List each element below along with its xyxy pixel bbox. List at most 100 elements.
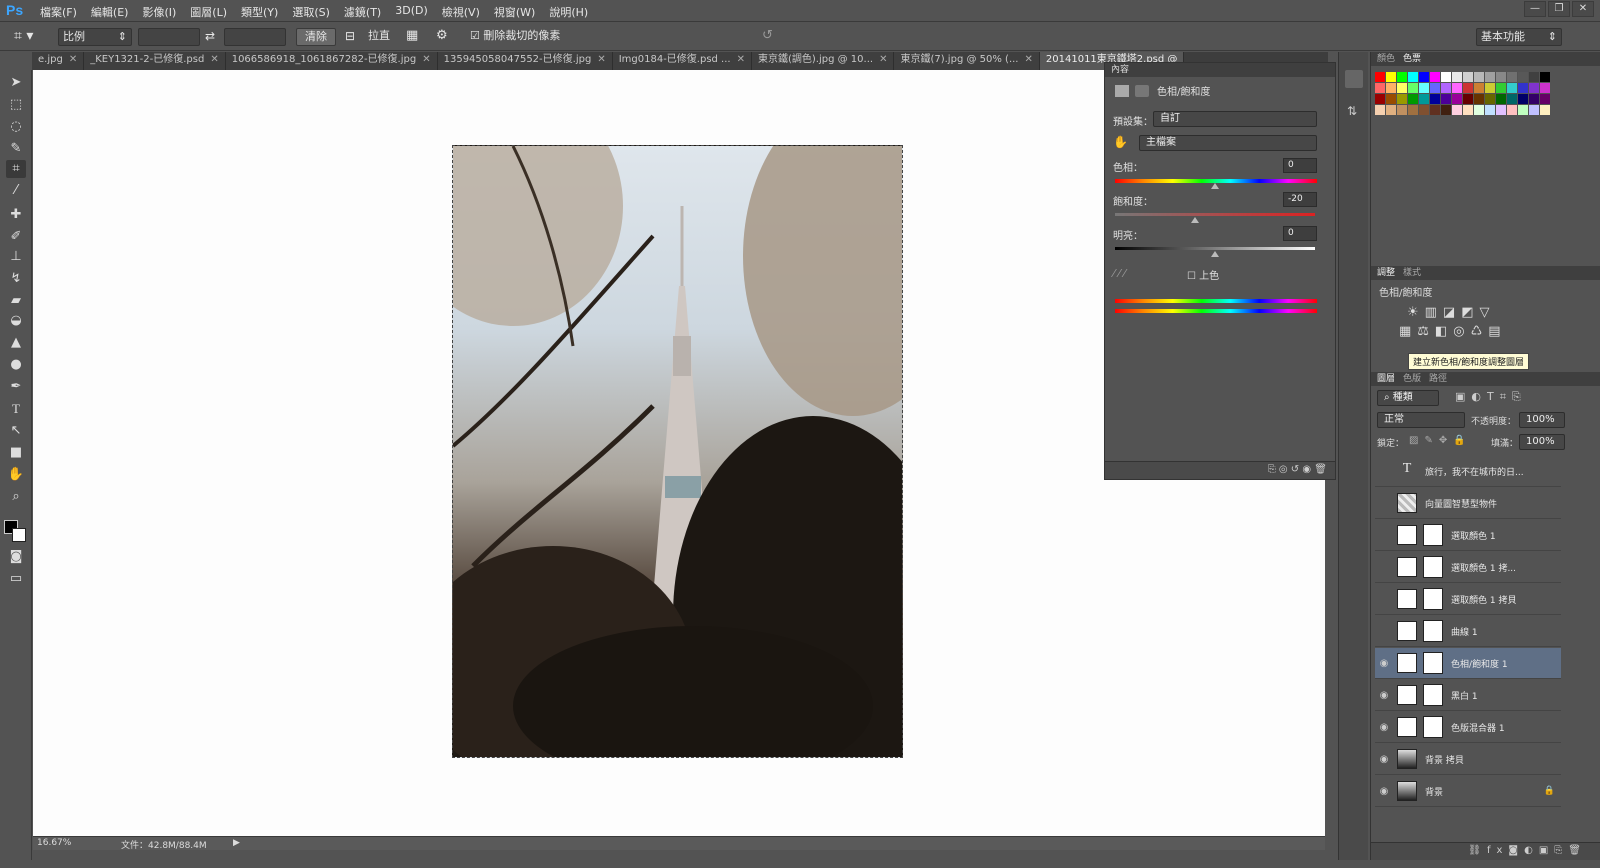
trash-icon[interactable]: 🗑 (1314, 464, 1327, 475)
swatch[interactable] (1463, 83, 1473, 93)
crop-tool-preset-icon[interactable]: ⌗ ▾ (14, 28, 48, 46)
workspace-select[interactable]: 基本功能 ⇕ (1476, 28, 1562, 46)
type-tool-icon[interactable]: T (6, 400, 26, 418)
swatch[interactable] (1386, 72, 1396, 82)
close-icon[interactable]: ✕ (1025, 54, 1033, 65)
swatch[interactable] (1408, 105, 1418, 115)
swatch[interactable] (1529, 94, 1539, 104)
swatch[interactable] (1397, 105, 1407, 115)
swatch[interactable] (1375, 83, 1385, 93)
swatch[interactable] (1529, 83, 1539, 93)
colorize-checkbox[interactable]: ☐ 上色 (1187, 267, 1219, 282)
swatch[interactable] (1540, 83, 1550, 93)
tab-styles[interactable]: 樣式 (1403, 266, 1421, 280)
close-button[interactable]: ✕ (1572, 1, 1594, 17)
lock-icons[interactable]: ▨✎✥🔒 (1409, 435, 1472, 446)
swatch[interactable] (1474, 94, 1484, 104)
close-icon[interactable]: ✕ (210, 54, 218, 65)
swatch[interactable] (1507, 94, 1517, 104)
swatch[interactable] (1430, 83, 1440, 93)
swatch[interactable] (1529, 105, 1539, 115)
dodge-tool-icon[interactable]: ● (6, 356, 26, 374)
width-field[interactable] (138, 28, 200, 46)
status-menu-arrow-icon[interactable]: ▶ (233, 838, 240, 848)
visibility-eye-icon[interactable]: ◉ (1375, 658, 1393, 669)
layer-row[interactable]: ◉ 色版混合器 1 (1375, 712, 1561, 743)
swatch[interactable] (1419, 83, 1429, 93)
lasso-tool-icon[interactable]: ◌ (6, 118, 26, 136)
swatch[interactable] (1485, 72, 1495, 82)
swatch[interactable] (1419, 94, 1429, 104)
swatch[interactable] (1540, 72, 1550, 82)
ratio-select[interactable]: 比例 ⇕ (58, 28, 132, 46)
swatch[interactable] (1419, 105, 1429, 115)
swatch[interactable] (1474, 83, 1484, 93)
swatch[interactable] (1518, 105, 1528, 115)
swatch[interactable] (1529, 72, 1539, 82)
lightness-slider-track[interactable] (1115, 247, 1315, 250)
layer-row[interactable]: ◉ 背景 🔒 (1375, 776, 1561, 807)
opacity-field[interactable]: 100% (1519, 412, 1565, 428)
swatch[interactable] (1375, 94, 1385, 104)
visibility-eye-icon[interactable]: ◉ (1375, 786, 1393, 797)
swatch[interactable] (1518, 83, 1528, 93)
visibility-eye-icon[interactable]: ◉ (1302, 464, 1311, 475)
brush-tool-icon[interactable]: ✐ (6, 228, 26, 246)
paint-bucket-tool-icon[interactable]: ◒ (6, 312, 26, 330)
tab-channels[interactable]: 色版 (1403, 372, 1421, 386)
adjustment-icons-row2[interactable]: ▦⚖◧◎♺▤ (1371, 322, 1600, 341)
channel-select[interactable]: 主檔案 (1139, 135, 1317, 151)
straighten-label[interactable]: 拉直 (368, 28, 390, 46)
menu-view[interactable]: 檢視(V) (442, 4, 480, 20)
crop-tool-icon[interactable]: ⌗ (6, 160, 26, 178)
swatch[interactable] (1441, 94, 1451, 104)
gear-icon[interactable]: ⚙ (436, 28, 448, 46)
tab-adjustments[interactable]: 調整 (1377, 266, 1395, 280)
restore-button[interactable]: ❐ (1548, 1, 1570, 17)
layer-filter-icons[interactable]: ▣◐T⌗⎘ (1455, 390, 1527, 404)
layer-filter-select[interactable]: ⌕ 種類 (1377, 390, 1439, 406)
swatch[interactable] (1375, 105, 1385, 115)
layers-footer-icons[interactable]: ⛓fx◙◐▣⎘🗑 (1371, 842, 1600, 860)
tab-doc-1[interactable]: e.jpg ✕ (32, 52, 85, 70)
close-icon[interactable]: ✕ (597, 54, 605, 65)
quick-select-tool-icon[interactable]: ✎ (6, 140, 26, 158)
swatch[interactable] (1474, 105, 1484, 115)
eraser-tool-icon[interactable]: ▰ (6, 292, 26, 310)
grid-overlay-icon[interactable]: ▦ (406, 28, 418, 46)
properties-panel-icon[interactable]: ⇅ (1347, 104, 1357, 118)
visibility-eye-icon[interactable]: ◉ (1375, 754, 1393, 765)
eyedropper-tool-icon[interactable]: ⁄ (6, 182, 26, 200)
properties-tab[interactable]: 內容 (1105, 63, 1335, 77)
swatch-grid[interactable] (1371, 66, 1600, 121)
swatch[interactable] (1430, 94, 1440, 104)
saturation-slider-track[interactable] (1115, 213, 1315, 216)
swatch[interactable] (1441, 72, 1451, 82)
zoom-tool-icon[interactable]: ⌕ (6, 488, 26, 506)
swatch[interactable] (1419, 72, 1429, 82)
tab-swatches[interactable]: 色票 (1403, 52, 1421, 66)
hand-tool-icon[interactable]: ✋ (6, 466, 26, 484)
blur-tool-icon[interactable]: ▲ (6, 334, 26, 352)
tab-doc-7[interactable]: 東京鐵(7).jpg @ 50% (... ✕ (894, 52, 1040, 70)
adjustment-icons-row1[interactable]: ☀▥◪◩▽ (1371, 303, 1600, 322)
move-tool-icon[interactable]: ➤ (6, 74, 26, 92)
zoom-readout[interactable]: 16.67% (37, 838, 71, 848)
close-icon[interactable]: ✕ (737, 54, 745, 65)
stamp-tool-icon[interactable]: ⊥ (6, 248, 26, 266)
swatch[interactable] (1518, 94, 1528, 104)
swatch[interactable] (1507, 83, 1517, 93)
swatch[interactable] (1441, 105, 1451, 115)
screen-mode-icon[interactable]: ▭ (6, 570, 26, 588)
swatch[interactable] (1485, 105, 1495, 115)
swatch[interactable] (1408, 72, 1418, 82)
healing-brush-tool-icon[interactable]: ✚ (6, 206, 26, 224)
swatch[interactable] (1386, 83, 1396, 93)
layer-row[interactable]: ◉ 黑白 1 (1375, 680, 1561, 711)
swatch[interactable] (1496, 72, 1506, 82)
path-select-tool-icon[interactable]: ↖ (6, 422, 26, 440)
marquee-tool-icon[interactable]: ⬚ (6, 96, 26, 114)
height-field[interactable] (224, 28, 286, 46)
tab-doc-6[interactable]: 東京鐵(調色).jpg @ 10... ✕ (752, 52, 895, 70)
layer-row[interactable]: T 旅行，我不在城市的日... (1375, 456, 1561, 487)
